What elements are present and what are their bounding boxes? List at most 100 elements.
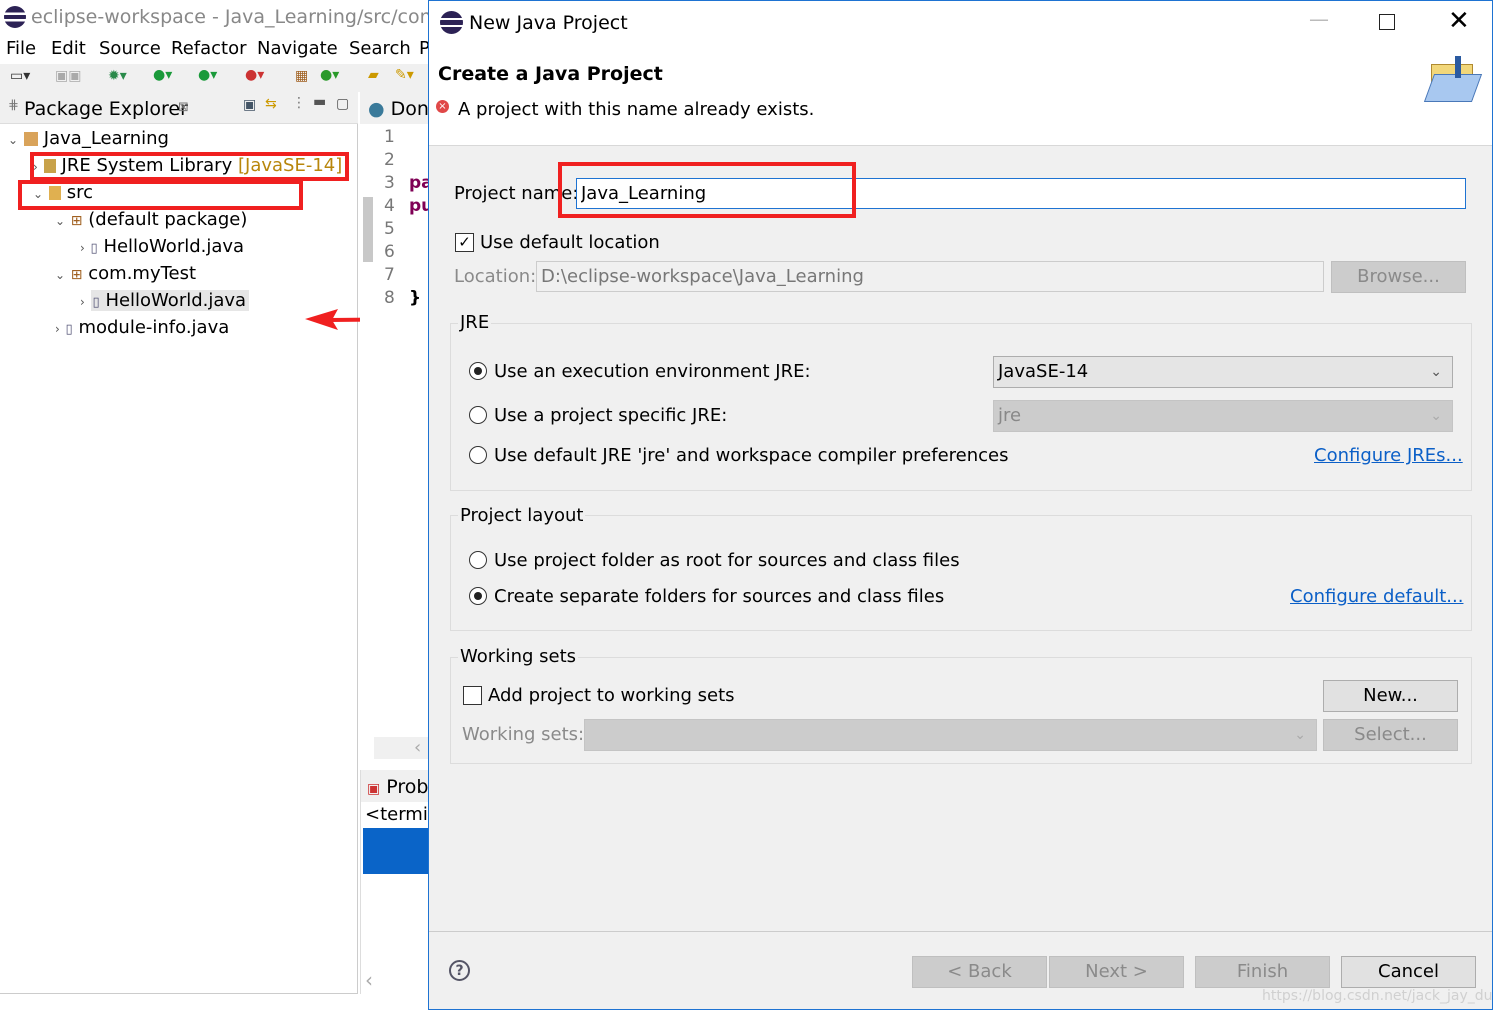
editor-hscrollbar[interactable]: ‹ (374, 737, 430, 759)
tree-item-com-mytest[interactable]: ⌄ ⊞ com.myTest (55, 260, 196, 287)
help-icon[interactable]: ? (449, 960, 470, 981)
package-explorer-tab[interactable]: ⋕ Package Explorer ⊠ ▣ ⇆ ⋮ ▬ ▢ (0, 92, 358, 124)
separate-folders-radio[interactable] (469, 587, 487, 605)
add-working-sets-checkbox[interactable] (463, 686, 482, 705)
menu-file[interactable]: File (6, 38, 36, 59)
save-icon[interactable]: ▣▣ (55, 68, 81, 84)
configure-default-link[interactable]: Configure default... (1290, 586, 1463, 607)
view-menu-icon[interactable]: ⋮ (292, 95, 306, 111)
tree-item-module-info[interactable]: › ▯ module-info.java (55, 314, 229, 341)
maximize-button[interactable] (1379, 14, 1395, 30)
java-file-icon: ▯ (92, 295, 100, 310)
run-icon[interactable]: ●▾ (153, 67, 172, 83)
default-jre-radio[interactable] (469, 446, 487, 464)
new-package-icon[interactable]: ▦ (295, 68, 308, 84)
window-title: eclipse-workspace - Java_Learning/src/co… (31, 6, 463, 28)
tree-item-helloworld-mytest[interactable]: › ▯ HelloWorld.java (80, 287, 250, 314)
line-number: 1 (384, 127, 395, 147)
working-sets-field-label: Working sets: (462, 724, 585, 745)
eclipse-logo-icon (440, 11, 463, 34)
link-editor-icon[interactable]: ⇆ (265, 96, 277, 112)
execution-env-select[interactable]: JavaSE-14 ⌄ (993, 356, 1453, 388)
menu-navigate[interactable]: Navigate (257, 38, 338, 59)
background-window-edge (1494, 0, 1501, 1015)
back-button[interactable]: < Back (912, 956, 1047, 988)
chevron-down-icon[interactable]: ⌄ (55, 268, 65, 282)
editor-ruler (363, 197, 373, 262)
menu-refactor[interactable]: Refactor (171, 38, 247, 59)
configure-jres-link[interactable]: Configure JREs... (1314, 445, 1463, 466)
project-specific-jre-radio[interactable] (469, 406, 487, 424)
new-icon[interactable]: ▭▾ (10, 68, 30, 84)
console-line: Error (364, 875, 426, 895)
console-output[interactable]: Error java.l (363, 828, 429, 918)
run-coverage-icon[interactable]: ●▾ (198, 67, 217, 83)
finish-button[interactable]: Finish (1195, 956, 1330, 988)
wizard-banner-folder-icon (1419, 56, 1484, 106)
problems-tab[interactable]: ▣ Prob (361, 770, 429, 802)
execution-env-radio[interactable] (469, 362, 487, 380)
search-tool-icon[interactable]: ✎▾ (395, 67, 414, 83)
highlight-src (18, 180, 303, 210)
minimize-icon[interactable]: ▬ (313, 94, 326, 110)
browse-button[interactable]: Browse... (1331, 261, 1466, 293)
open-type-icon[interactable]: ▰ (368, 67, 379, 83)
package-icon: ⋕ (8, 98, 19, 113)
use-default-location-checkbox[interactable]: ✓ (455, 233, 474, 252)
maximize-icon[interactable]: ▢ (336, 96, 349, 112)
editor-tab[interactable]: ● Dona (360, 92, 441, 124)
close-button[interactable]: ✕ (1448, 6, 1470, 36)
tree-item-helloworld-default[interactable]: › ▯ HelloWorld.java (80, 233, 244, 260)
project-specific-jre-select[interactable]: jre ⌄ (993, 400, 1453, 432)
page-title: Create a Java Project (438, 63, 663, 85)
chevron-down-icon[interactable]: ⌄ (8, 133, 18, 147)
error-icon: × (436, 100, 449, 113)
tab-label: Prob (386, 776, 429, 798)
working-sets-select[interactable]: ⌄ (584, 719, 1317, 751)
editor: ● Dona 12345678 pa pu } ‹ (360, 92, 441, 762)
chevron-right-icon[interactable]: › (55, 322, 60, 336)
next-button[interactable]: Next > (1049, 956, 1184, 988)
tree-item-default-package[interactable]: ⌄ ⊞ (default package) (55, 206, 247, 233)
default-jre-label[interactable]: Use default JRE 'jre' and workspace comp… (494, 445, 1009, 466)
collapse-all-icon[interactable]: ▣ (243, 97, 256, 113)
tree-label: HelloWorld.java (103, 236, 245, 257)
chevron-right-icon[interactable]: › (80, 295, 85, 309)
menu-source[interactable]: Source (99, 38, 161, 59)
button-bar-divider (429, 931, 1492, 932)
location-label: Location: (454, 266, 537, 287)
tree-item-project[interactable]: ⌄ Java_Learning (8, 125, 169, 152)
new-working-set-button[interactable]: New... (1323, 680, 1458, 712)
chevron-right-icon[interactable]: › (80, 241, 85, 255)
use-default-location-label[interactable]: Use default location (480, 232, 660, 253)
separate-folders-label[interactable]: Create separate folders for sources and … (494, 586, 944, 607)
menu-search[interactable]: Search (349, 38, 411, 59)
menu-edit[interactable]: Edit (51, 38, 86, 59)
project-folder-root-label[interactable]: Use project folder as root for sources a… (494, 550, 960, 571)
external-tools-icon[interactable]: ●▾ (245, 67, 264, 83)
add-working-sets-label[interactable]: Add project to working sets (488, 685, 735, 706)
dialog-title: New Java Project (469, 12, 628, 34)
minimize-button[interactable]: — (1309, 7, 1329, 31)
project-folder-root-radio[interactable] (469, 551, 487, 569)
execution-env-label[interactable]: Use an execution environment JRE: (494, 361, 811, 382)
line-number: 2 (384, 150, 395, 170)
console-line: java.l (364, 898, 426, 918)
problems-icon: ▣ (367, 781, 381, 797)
close-icon[interactable]: ⊠ (178, 100, 189, 115)
location-input[interactable] (536, 261, 1324, 292)
jre-group-label: JRE (458, 312, 492, 333)
debug-icon[interactable]: ✹▾ (108, 68, 127, 84)
chevron-down-icon[interactable]: ⌄ (55, 214, 65, 228)
project-specific-jre-label[interactable]: Use a project specific JRE: (494, 405, 727, 426)
eclipse-logo-icon (4, 6, 26, 28)
select-working-sets-button[interactable]: Select... (1323, 719, 1458, 751)
problems-view: ▣ Prob <termir Error java.l ‹ (360, 770, 435, 994)
line-number: 7 (384, 265, 395, 285)
new-class-icon[interactable]: ●▾ (320, 67, 339, 83)
cancel-button[interactable]: Cancel (1341, 956, 1476, 988)
tree-label: com.myTest (88, 263, 197, 284)
console-hscrollbar[interactable]: ‹ (365, 968, 373, 992)
chevron-down-icon: ⌄ (1294, 727, 1306, 743)
console-status: <termir (365, 804, 436, 825)
